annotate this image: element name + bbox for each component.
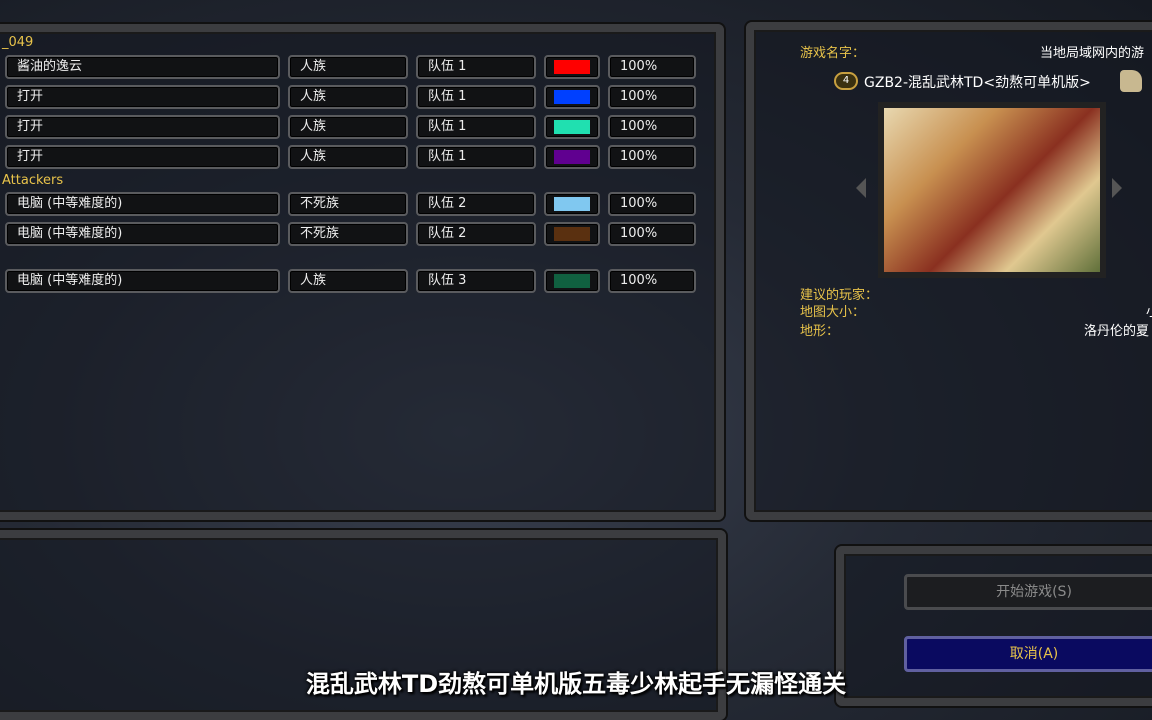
color-dropdown[interactable] [544, 85, 600, 109]
team-dropdown[interactable]: 队伍 1 [416, 85, 536, 109]
color-dropdown[interactable] [544, 192, 600, 216]
start-game-button[interactable]: 开始游戏(S) [904, 574, 1152, 610]
player-name-dropdown[interactable]: 酱油的逸云 [5, 55, 280, 79]
player-name-dropdown[interactable]: 打开 [5, 115, 280, 139]
team-label: _049 [2, 35, 34, 50]
race-dropdown[interactable]: 人族 [288, 115, 408, 139]
player-slot-row: 酱油的逸云 人族 队伍 1 100% [5, 55, 696, 79]
map-size-value: 小 [1146, 301, 1152, 320]
handicap-dropdown[interactable]: 100% [608, 269, 696, 293]
race-dropdown[interactable]: 人族 [288, 145, 408, 169]
player-slot-row: 电脑 (中等难度的) 不死族 队伍 2 100% [5, 192, 696, 216]
color-swatch [554, 150, 590, 164]
player-slot-row: 打开 人族 队伍 1 100% [5, 115, 696, 139]
terrain-value: 洛丹伦的夏 [1084, 324, 1150, 339]
race-dropdown[interactable]: 人族 [288, 55, 408, 79]
color-swatch [554, 90, 590, 104]
handicap-dropdown[interactable]: 100% [608, 222, 696, 246]
color-swatch [554, 227, 590, 241]
color-dropdown[interactable] [544, 269, 600, 293]
scroll-icon[interactable] [1120, 70, 1142, 92]
color-dropdown[interactable] [544, 145, 600, 169]
race-dropdown[interactable]: 人族 [288, 85, 408, 109]
color-dropdown[interactable] [544, 222, 600, 246]
player-slot-row: 打开 人族 队伍 1 100% [5, 85, 696, 109]
player-name-dropdown[interactable]: 电脑 (中等难度的) [5, 192, 280, 216]
handicap-dropdown[interactable]: 100% [608, 192, 696, 216]
player-slots: _049 酱油的逸云 人族 队伍 1 100% 打开 人族 队伍 1 100% 打开 … [0, 0, 720, 320]
handicap-dropdown[interactable]: 100% [608, 55, 696, 79]
team-dropdown[interactable]: 队伍 3 [416, 269, 536, 293]
color-dropdown[interactable] [544, 115, 600, 139]
map-name: GZB2-混乱武林TD<劲熬可单机版> [864, 75, 1091, 91]
player-slot-row: 打开 人族 队伍 1 100% [5, 145, 696, 169]
team-dropdown[interactable]: 队伍 2 [416, 192, 536, 216]
video-subtitle: 混乱武林TD劲熬可单机版五毒少林起手无漏怪通关 [305, 670, 847, 698]
player-name-dropdown[interactable]: 电脑 (中等难度的) [5, 222, 280, 246]
handicap-dropdown[interactable]: 100% [608, 115, 696, 139]
handicap-dropdown[interactable]: 100% [608, 85, 696, 109]
color-swatch [554, 120, 590, 134]
team-dropdown[interactable]: 队伍 1 [416, 115, 536, 139]
color-swatch [554, 60, 590, 74]
player-slot-row: 电脑 (中等难度的) 不死族 队伍 2 100% [5, 222, 696, 246]
map-info-panel: 游戏名字： 当地局域网内的游 4 GZB2-混乱武林TD<劲熬可单机版> 建议的… [746, 22, 1152, 520]
game-name-label: 游戏名字： [800, 46, 866, 61]
player-slot-row: 电脑 (中等难度的) 人族 队伍 3 100% [5, 269, 696, 293]
color-swatch [554, 274, 590, 288]
team-label: Attackers [2, 173, 64, 188]
player-name-dropdown[interactable]: 电脑 (中等难度的) [5, 269, 280, 293]
map-size-label: 地图大小： [800, 305, 866, 320]
player-count-badge: 4 [834, 72, 858, 90]
player-name-dropdown[interactable]: 打开 [5, 85, 280, 109]
team-dropdown[interactable]: 队伍 2 [416, 222, 536, 246]
map-preview-image [878, 102, 1106, 278]
handicap-dropdown[interactable]: 100% [608, 145, 696, 169]
player-name-dropdown[interactable]: 打开 [5, 145, 280, 169]
team-dropdown[interactable]: 队伍 1 [416, 55, 536, 79]
terrain-label: 地形： [800, 324, 840, 339]
map-next-arrow-icon[interactable] [1112, 178, 1132, 198]
map-prev-arrow-icon[interactable] [846, 178, 866, 198]
race-dropdown[interactable]: 不死族 [288, 192, 408, 216]
color-dropdown[interactable] [544, 55, 600, 79]
race-dropdown[interactable]: 不死族 [288, 222, 408, 246]
team-dropdown[interactable]: 队伍 1 [416, 145, 536, 169]
color-swatch [554, 197, 590, 211]
race-dropdown[interactable]: 人族 [288, 269, 408, 293]
game-name-value: 当地局域网内的游 [1040, 46, 1145, 61]
